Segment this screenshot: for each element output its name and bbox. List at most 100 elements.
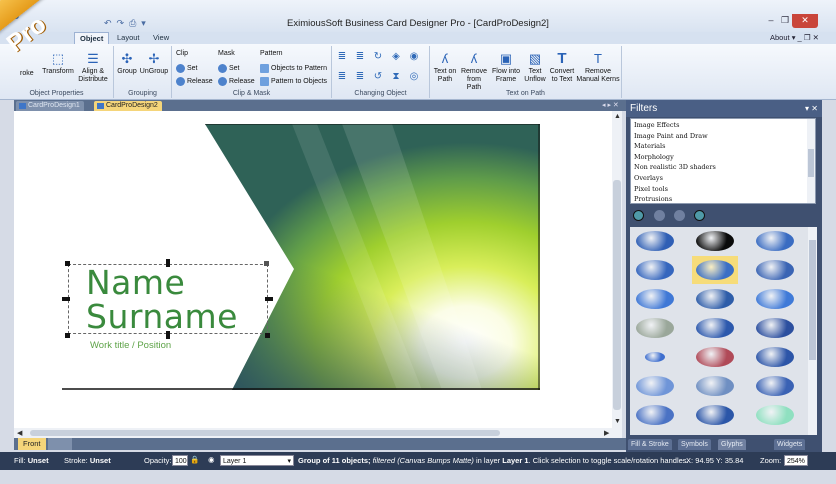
hourglass-icon[interactable]: ⧗ <box>390 72 402 82</box>
list-item[interactable]: Materials <box>634 141 812 152</box>
canvas-vertical-scroll-thumb[interactable] <box>613 180 621 410</box>
scroll-left-icon[interactable]: ◀ <box>17 429 22 437</box>
filter-swatch[interactable] <box>756 405 794 425</box>
filter-swatch[interactable] <box>696 231 734 251</box>
stroke-button[interactable]: roke <box>20 70 40 78</box>
filter-swatch-grid[interactable] <box>630 227 808 435</box>
tab-view[interactable]: View <box>148 32 174 44</box>
page-tab-back[interactable] <box>48 438 72 450</box>
stroke-value[interactable]: Unset <box>90 456 111 465</box>
panel-tab-glyphs[interactable]: Glyphs <box>718 439 746 450</box>
business-card[interactable]: Name Surname Work title / Position <box>62 124 540 390</box>
text-unflow-button[interactable]: ▧ Text Unflow <box>522 52 548 84</box>
filter-swatch[interactable] <box>756 376 794 396</box>
list-item[interactable]: Image Effects <box>634 120 812 131</box>
doc-tab-cardprodesign2[interactable]: CardProDesign2 <box>94 101 162 111</box>
panel-tab-widgets[interactable]: Widgets <box>774 439 806 450</box>
fill-value[interactable]: Unset <box>28 456 49 465</box>
target-icon[interactable]: ◎ <box>408 72 420 82</box>
rotate-ccw-icon[interactable]: ↺ <box>372 72 384 82</box>
zoom-input[interactable]: 254% <box>784 455 808 466</box>
filter-end-icon[interactable] <box>694 210 705 221</box>
filter-swatch[interactable] <box>756 231 794 251</box>
rotate-icon[interactable]: ↻ <box>372 52 384 62</box>
list-item[interactable]: Pixel tools <box>634 184 812 195</box>
doc-tab-cardprodesign1[interactable]: CardProDesign1 <box>16 101 84 111</box>
filter-swatch[interactable] <box>756 347 794 367</box>
filter-list-scroll-thumb[interactable] <box>808 149 814 177</box>
list-item[interactable]: Non realistic 3D shaders <box>634 162 812 173</box>
panel-tab-symbols[interactable]: Symbols <box>678 439 711 450</box>
filter-swatch[interactable] <box>696 376 734 396</box>
group-button[interactable]: ✣ Group <box>116 52 138 76</box>
opacity-input[interactable]: 100 <box>172 455 188 466</box>
filter-swatch[interactable] <box>645 352 665 362</box>
about-menu[interactable]: About ▾ _ ❐ ✕ <box>770 32 819 44</box>
filter-swatch[interactable] <box>636 289 674 309</box>
filter-swatch[interactable] <box>696 405 734 425</box>
selection-handle[interactable] <box>166 331 170 339</box>
filter-swatch[interactable] <box>696 318 734 338</box>
tab-layout[interactable]: Layout <box>112 32 145 44</box>
filter-swatch[interactable] <box>756 318 794 338</box>
list-item[interactable]: Protrusions <box>634 194 812 205</box>
panel-tab-fill-stroke[interactable]: Fill & Stroke <box>628 439 672 450</box>
align-bottom-icon[interactable]: ≣ <box>336 72 348 82</box>
page-tab-front[interactable]: Front <box>18 438 46 450</box>
selection-handle[interactable] <box>265 333 270 338</box>
back-arrow-icon[interactable] <box>654 210 665 221</box>
selection-handle[interactable] <box>265 297 273 301</box>
selection-handle[interactable] <box>62 297 70 301</box>
align-center-icon[interactable]: ≣ <box>354 52 366 62</box>
convert-to-text-button[interactable]: T Convert to Text <box>548 51 576 84</box>
filter-swatch[interactable] <box>696 260 734 280</box>
selection-box[interactable] <box>68 264 268 334</box>
lock-icon[interactable]: 🔒 <box>190 455 199 464</box>
scroll-right-icon[interactable]: ▶ <box>604 429 609 437</box>
selection-handle[interactable] <box>65 333 70 338</box>
panel-controls-icon[interactable]: ▾ ✕ <box>805 100 818 117</box>
filter-swatch[interactable] <box>636 231 674 251</box>
clip-release-button[interactable]: Release <box>176 77 213 86</box>
swatch-scroll-thumb[interactable] <box>809 240 816 360</box>
flow-into-frame-button[interactable]: ▣ Flow into Frame <box>490 52 522 84</box>
remove-manual-kerns-button[interactable]: T Remove Manual Kerns <box>576 52 620 84</box>
eye-icon[interactable]: ◉ <box>408 52 420 62</box>
align-left-icon[interactable]: ≣ <box>336 52 348 62</box>
tab-object[interactable]: Object <box>74 32 110 44</box>
close-button[interactable]: ✕ <box>792 14 818 28</box>
mdi-close-icon[interactable]: ✕ <box>813 33 819 42</box>
clip-set-button[interactable]: Set <box>176 64 198 73</box>
filter-swatch[interactable] <box>636 376 674 396</box>
mdi-min-icon[interactable]: _ <box>798 33 802 42</box>
filter-swatch[interactable] <box>636 318 674 338</box>
filter-start-icon[interactable] <box>633 210 644 221</box>
filter-swatch[interactable] <box>696 289 734 309</box>
mask-set-button[interactable]: Set <box>218 64 240 73</box>
visibility-eye-icon[interactable]: ◉ <box>208 455 215 464</box>
list-item[interactable]: Morphology <box>634 152 812 163</box>
filter-swatch[interactable] <box>696 347 734 367</box>
filter-swatch[interactable] <box>756 260 794 280</box>
pattern-to-objects-button[interactable]: Pattern to Objects <box>260 77 327 86</box>
canvas-horizontal-scroll-thumb[interactable] <box>30 430 500 436</box>
doc-tabs-nav-icon[interactable]: ◂ ▸ ✕ <box>602 101 619 109</box>
layer-select[interactable]: Layer 1 ▾ <box>220 455 294 466</box>
list-item[interactable]: Overlays <box>634 173 812 184</box>
filter-swatch[interactable] <box>756 289 794 309</box>
scroll-up-icon[interactable]: ▲ <box>614 113 621 120</box>
ungroup-button[interactable]: ✢ UnGroup <box>139 52 169 76</box>
selection-handle[interactable] <box>264 261 269 266</box>
remove-from-path-button[interactable]: ʎ Remove from Path <box>459 52 489 92</box>
align-distribute-button[interactable]: ☰ Align & Distribute <box>76 52 110 84</box>
scroll-down-icon[interactable]: ▼ <box>614 418 621 425</box>
text-on-path-button[interactable]: ʎ Text on Path <box>432 52 458 84</box>
selection-handle[interactable] <box>166 259 170 267</box>
flip-icon[interactable]: ◈ <box>390 52 402 62</box>
card-position-text[interactable]: Work title / Position <box>90 340 171 351</box>
filter-category-list[interactable]: Image Effects Image Paint and Draw Mater… <box>630 118 816 204</box>
transform-button[interactable]: ⬚ Transform <box>42 52 74 76</box>
filter-swatch[interactable] <box>636 260 674 280</box>
objects-to-pattern-button[interactable]: Objects to Pattern <box>260 64 327 73</box>
forward-arrow-icon[interactable] <box>674 210 685 221</box>
